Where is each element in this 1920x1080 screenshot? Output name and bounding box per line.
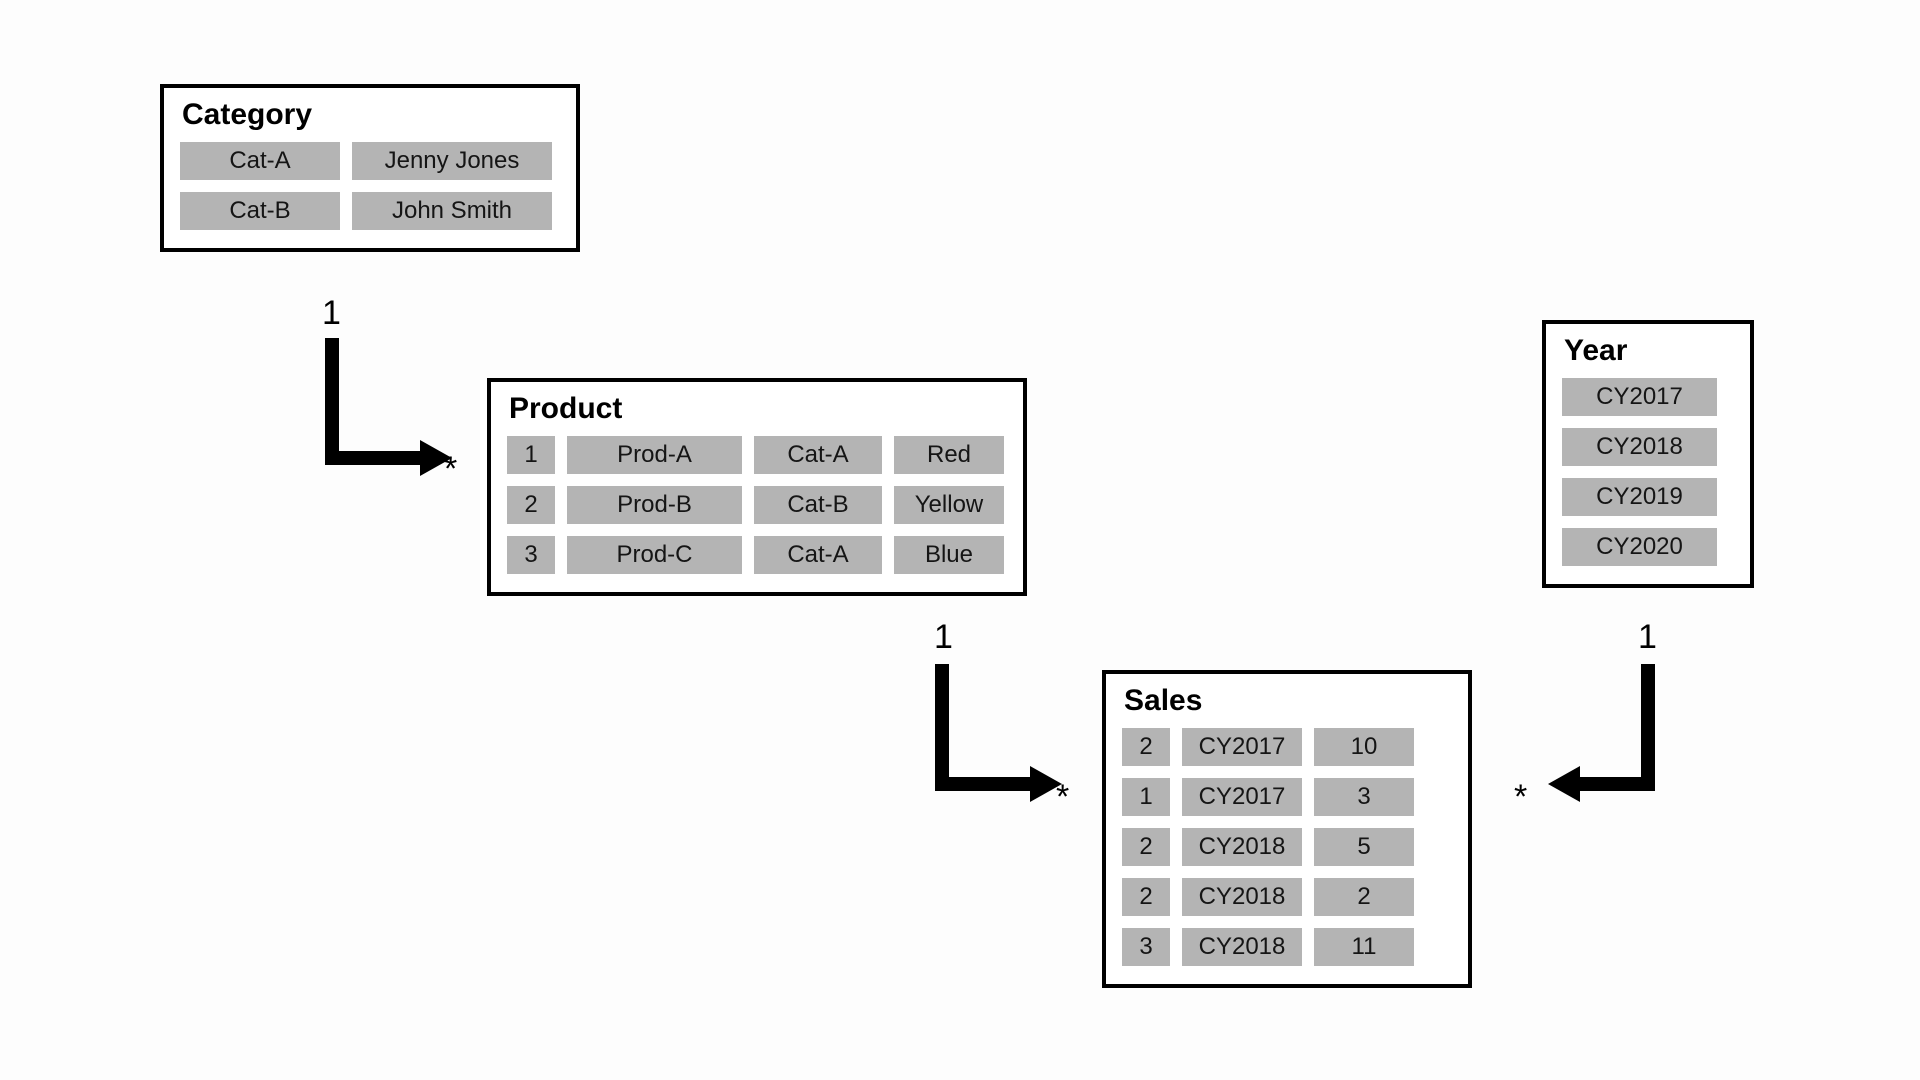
cell: 2 [1122, 828, 1170, 866]
table-row: 2 CY2018 2 [1122, 878, 1452, 916]
table-row: 2 Prod-B Cat-B Yellow [507, 486, 1007, 524]
entity-sales-title: Sales [1124, 684, 1452, 718]
cell: 2 [1314, 878, 1414, 916]
cell: Cat-A [754, 536, 882, 574]
cell: Red [894, 436, 1004, 474]
cell: 2 [1122, 878, 1170, 916]
cell: 2 [507, 486, 555, 524]
table-row: Cat-A Jenny Jones [180, 142, 560, 180]
cell: 3 [1314, 778, 1414, 816]
arrow-product-to-sales [930, 656, 1070, 816]
table-row: CY2018 [1562, 428, 1734, 466]
cell: CY2017 [1562, 378, 1717, 416]
cell: Prod-A [567, 436, 742, 474]
table-row: 1 Prod-A Cat-A Red [507, 436, 1007, 474]
cardinality-label: * [1514, 778, 1527, 817]
table-row: 2 CY2017 10 [1122, 728, 1452, 766]
table-row: Cat-B John Smith [180, 192, 560, 230]
cell: CY2017 [1182, 728, 1302, 766]
cell: 5 [1314, 828, 1414, 866]
cell: 10 [1314, 728, 1414, 766]
cell: 3 [507, 536, 555, 574]
table-row: CY2019 [1562, 478, 1734, 516]
cell: Blue [894, 536, 1004, 574]
entity-category: Category Cat-A Jenny Jones Cat-B John Sm… [160, 84, 580, 252]
table-row: CY2017 [1562, 378, 1734, 416]
cell: CY2019 [1562, 478, 1717, 516]
cell: Cat-A [180, 142, 340, 180]
cell: Prod-B [567, 486, 742, 524]
cell: CY2018 [1562, 428, 1717, 466]
cardinality-label: 1 [1638, 618, 1657, 657]
cell: Cat-B [180, 192, 340, 230]
cell: Jenny Jones [352, 142, 552, 180]
cell: CY2018 [1182, 878, 1302, 916]
table-row: 2 CY2018 5 [1122, 828, 1452, 866]
entity-year: Year CY2017 CY2018 CY2019 CY2020 [1542, 320, 1754, 588]
cardinality-label: 1 [322, 294, 341, 333]
entity-sales: Sales 2 CY2017 10 1 CY2017 3 2 CY2018 5 … [1102, 670, 1472, 988]
table-row: 3 CY2018 11 [1122, 928, 1452, 966]
cell: Cat-A [754, 436, 882, 474]
entity-product: Product 1 Prod-A Cat-A Red 2 Prod-B Cat-… [487, 378, 1027, 596]
arrow-year-to-sales [1540, 656, 1680, 816]
cardinality-label: * [1056, 778, 1069, 817]
cell: CY2020 [1562, 528, 1717, 566]
cardinality-label: * [444, 450, 457, 489]
table-row: 3 Prod-C Cat-A Blue [507, 536, 1007, 574]
cell: Yellow [894, 486, 1004, 524]
table-row: CY2020 [1562, 528, 1734, 566]
arrow-category-to-product [320, 330, 460, 490]
entity-category-title: Category [182, 98, 560, 132]
cell: Prod-C [567, 536, 742, 574]
entity-year-title: Year [1564, 334, 1734, 368]
cell: CY2018 [1182, 928, 1302, 966]
cell: 1 [1122, 778, 1170, 816]
cardinality-label: 1 [934, 618, 953, 657]
entity-product-title: Product [509, 392, 1007, 426]
cell: 1 [507, 436, 555, 474]
cell: John Smith [352, 192, 552, 230]
cell: Cat-B [754, 486, 882, 524]
cell: 3 [1122, 928, 1170, 966]
table-row: 1 CY2017 3 [1122, 778, 1452, 816]
cell: CY2018 [1182, 828, 1302, 866]
cell: CY2017 [1182, 778, 1302, 816]
cell: 2 [1122, 728, 1170, 766]
er-diagram: Category Cat-A Jenny Jones Cat-B John Sm… [0, 0, 1920, 1080]
cell: 11 [1314, 928, 1414, 966]
